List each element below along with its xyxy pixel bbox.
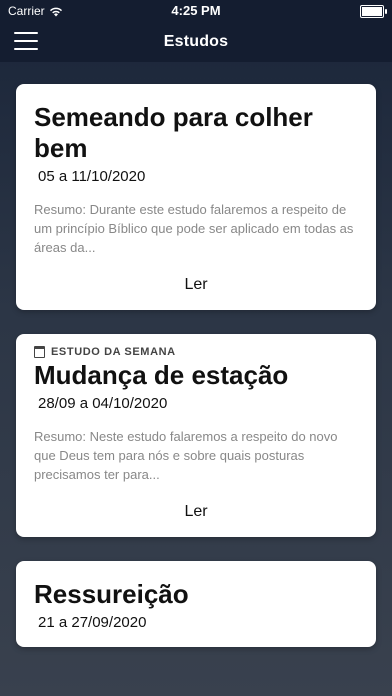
menu-icon[interactable]: [14, 32, 38, 50]
study-summary: Resumo: Neste estudo falaremos a respeit…: [34, 429, 338, 482]
status-time: 4:25 PM: [171, 3, 221, 18]
study-card[interactable]: ESTUDO DA SEMANA Mudança de estação 28/0…: [16, 333, 376, 537]
study-date: 05 a 11/10/2020: [38, 168, 146, 186]
study-date: 21 a 27/09/2020: [38, 613, 147, 631]
read-button[interactable]: Ler: [34, 276, 358, 294]
study-title: Ressureição: [34, 578, 189, 609]
study-date: 28/09 a 04/10/2020: [38, 395, 168, 413]
studies-list: Semeando para colher bem 05 a 11/10/2020…: [16, 84, 376, 671]
page-title: Estudos: [163, 33, 229, 50]
status-bar: Carrier 4:25 PM: [0, 0, 392, 22]
calendar-icon: [34, 345, 45, 358]
battery-icon: [360, 4, 387, 18]
navigation-bar: Estudos: [0, 22, 392, 62]
study-title: Semeando para colher bem: [34, 102, 313, 164]
study-summary: Resumo: Durante este estudo falaremos a …: [34, 202, 354, 256]
read-button[interactable]: Ler: [34, 503, 358, 521]
study-title: Mudança de estação: [34, 359, 289, 390]
study-card[interactable]: Ressureição 21 a 27/09/2020: [16, 560, 376, 647]
study-card[interactable]: Semeando para colher bem 05 a 11/10/2020…: [16, 84, 376, 310]
status-right: [360, 4, 387, 18]
badge-label: ESTUDO DA SEMANA: [51, 345, 176, 358]
week-study-badge: ESTUDO DA SEMANA: [34, 345, 358, 358]
